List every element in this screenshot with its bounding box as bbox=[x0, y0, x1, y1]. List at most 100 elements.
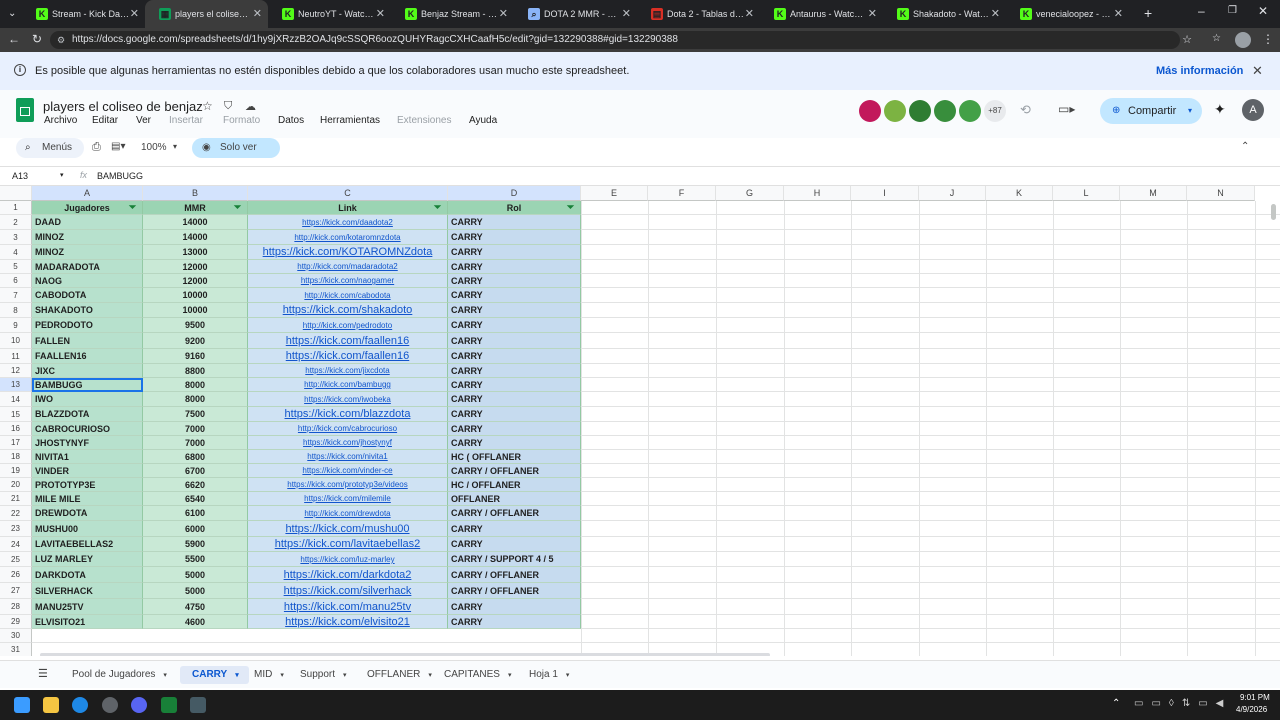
tab-close-icon[interactable]: ✕ bbox=[130, 7, 139, 20]
link-cell[interactable]: https://kick.com/silverhack bbox=[248, 583, 448, 599]
column-header-g[interactable]: G bbox=[716, 186, 784, 201]
profile-avatar[interactable] bbox=[1235, 32, 1251, 48]
edge-icon[interactable] bbox=[72, 697, 88, 713]
zoom-chevron-icon[interactable]: ▾ bbox=[173, 142, 177, 151]
menu-editar[interactable]: Editar bbox=[92, 115, 136, 126]
account-avatar[interactable]: A bbox=[1242, 99, 1264, 121]
row-header[interactable]: 28 bbox=[0, 599, 32, 615]
row-header[interactable]: 26 bbox=[0, 567, 32, 583]
row-header[interactable]: 5 bbox=[0, 260, 32, 274]
link-cell[interactable]: https://kick.com/daadota2 bbox=[248, 215, 448, 230]
link-cell[interactable]: https://kick.com/manu25tv bbox=[248, 599, 448, 615]
tab-close-icon[interactable]: ✕ bbox=[991, 7, 1000, 20]
gemini-icon[interactable]: ✦ bbox=[1214, 101, 1226, 118]
zoom-select[interactable]: 100% bbox=[141, 142, 167, 153]
row-header[interactable]: 30 bbox=[0, 629, 32, 643]
chrome-icon[interactable] bbox=[102, 697, 118, 713]
windows-start-icon[interactable] bbox=[14, 697, 30, 713]
row-header[interactable]: 3 bbox=[0, 230, 32, 245]
link-cell[interactable]: https://kick.com/lavitaebellas2 bbox=[248, 537, 448, 552]
header-cell-rol[interactable]: Rol bbox=[448, 201, 581, 215]
name-box-chevron-icon[interactable]: ▾ bbox=[60, 171, 64, 179]
sheets-logo-icon[interactable] bbox=[16, 98, 34, 122]
site-info-icon[interactable]: ⚙ bbox=[57, 31, 65, 49]
sheet-tab[interactable]: OFFLANER ▾ bbox=[355, 666, 442, 684]
banner-close-icon[interactable]: ✕ bbox=[1252, 63, 1263, 79]
column-header-i[interactable]: I bbox=[851, 186, 919, 201]
link-cell[interactable]: https://kick.com/blazzdota bbox=[248, 407, 448, 422]
row-header[interactable]: 1 bbox=[0, 201, 32, 215]
link-cell[interactable]: https://kick.com/mushu00 bbox=[248, 521, 448, 537]
row-header[interactable]: 18 bbox=[0, 450, 32, 464]
browser-tab[interactable]: K Shakadoto - Watch clips✕ bbox=[883, 0, 1006, 28]
row-header[interactable]: 2 bbox=[0, 215, 32, 230]
calculator-icon[interactable] bbox=[190, 697, 206, 713]
filter-icon[interactable]: ⏷ bbox=[434, 202, 441, 213]
browser-tab[interactable]: ▤ Dota 2 - Tablas de clasif✕ bbox=[637, 0, 760, 28]
browser-tab[interactable]: ▦ players el coliseo de benjaz✕ bbox=[145, 0, 268, 28]
browser-tab[interactable]: Kvenecialoopez - Watch c✕ bbox=[1006, 0, 1129, 28]
column-header-d[interactable]: D bbox=[448, 186, 581, 201]
tray-chevron-icon[interactable]: ⌃ bbox=[1112, 698, 1120, 709]
row-header[interactable]: 9 bbox=[0, 318, 32, 333]
link-cell[interactable]: https://kick.com/vinder-ce bbox=[248, 464, 448, 478]
column-header-h[interactable]: H bbox=[784, 186, 851, 201]
header-cell-mmr[interactable]: MMR bbox=[143, 201, 248, 215]
select-all-corner[interactable] bbox=[0, 186, 32, 201]
meet-icon[interactable]: ▭▸ bbox=[1058, 102, 1075, 116]
collaborator-avatar[interactable] bbox=[859, 100, 881, 122]
filter-icon[interactable]: ⏷ bbox=[234, 202, 241, 213]
column-header-b[interactable]: B bbox=[143, 186, 248, 201]
tab-close-icon[interactable]: ✕ bbox=[376, 7, 385, 20]
clock-date[interactable]: 4/9/2026 bbox=[1236, 705, 1267, 714]
menus-search[interactable]: ⌕ Menús bbox=[16, 138, 84, 158]
new-tab-icon[interactable]: + bbox=[1144, 5, 1152, 21]
row-header[interactable]: 13 bbox=[0, 378, 32, 392]
link-cell[interactable]: https://kick.com/faallen16 bbox=[248, 333, 448, 349]
browser-tab[interactable]: K Benjaz Stream - Watch✕ bbox=[391, 0, 514, 28]
link-cell[interactable]: https://kick.com/iwobeka bbox=[248, 392, 448, 407]
tab-close-icon[interactable]: ✕ bbox=[253, 7, 262, 20]
clock-time[interactable]: 9:01 PM bbox=[1240, 693, 1270, 702]
column-header-k[interactable]: K bbox=[986, 186, 1053, 201]
column-header-f[interactable]: F bbox=[648, 186, 716, 201]
app-icon[interactable] bbox=[161, 697, 177, 713]
all-sheets-icon[interactable]: ☰ bbox=[38, 667, 48, 680]
sheet-tab[interactable]: Hoja 1 ▾ bbox=[517, 666, 579, 684]
row-header[interactable]: 24 bbox=[0, 537, 32, 552]
extensions-icon[interactable]: ☆ bbox=[1212, 33, 1221, 44]
row-header[interactable]: 31 bbox=[0, 643, 32, 656]
sheet-tab[interactable]: Support ▾ bbox=[288, 666, 357, 684]
link-cell[interactable]: https://kick.com/prototyp3e/videos bbox=[248, 478, 448, 492]
link-cell[interactable]: http://kick.com/cabrocurioso bbox=[248, 422, 448, 436]
link-cell[interactable]: http://kick.com/madaradota2 bbox=[248, 260, 448, 274]
menu-archivo[interactable]: Archivo bbox=[44, 115, 92, 126]
row-header[interactable]: 27 bbox=[0, 583, 32, 599]
browser-tab[interactable]: K NeutroYT - Watch clips✕ bbox=[268, 0, 391, 28]
close-window-icon[interactable]: ✕ bbox=[1258, 4, 1268, 18]
link-cell[interactable]: https://kick.com/naogamer bbox=[248, 274, 448, 288]
share-dropdown-icon[interactable]: ▾ bbox=[1188, 98, 1192, 124]
collaborator-count[interactable]: +87 bbox=[984, 100, 1006, 122]
row-header[interactable]: 29 bbox=[0, 615, 32, 629]
row-header[interactable]: 6 bbox=[0, 274, 32, 288]
back-icon[interactable]: ← bbox=[8, 32, 20, 46]
banner-more-info-link[interactable]: Más información bbox=[1156, 65, 1243, 77]
column-header-c[interactable]: C bbox=[248, 186, 448, 201]
row-header[interactable]: 23 bbox=[0, 521, 32, 537]
menu-ayuda[interactable]: Ayuda bbox=[469, 115, 511, 126]
link-cell[interactable]: http://kick.com/pedrodoto bbox=[248, 318, 448, 333]
browser-menu-icon[interactable]: ⋮ bbox=[1262, 32, 1274, 46]
row-header[interactable]: 21 bbox=[0, 492, 32, 506]
tab-close-icon[interactable]: ✕ bbox=[499, 7, 508, 20]
tab-close-icon[interactable]: ✕ bbox=[1114, 7, 1123, 20]
link-cell[interactable]: https://kick.com/nivita1 bbox=[248, 450, 448, 464]
link-cell[interactable]: http://kick.com/cabodota bbox=[248, 288, 448, 303]
link-cell[interactable]: https://kick.com/darkdota2 bbox=[248, 567, 448, 583]
row-header[interactable]: 4 bbox=[0, 245, 32, 260]
link-cell[interactable]: https://kick.com/KOTAROMNZdota bbox=[248, 245, 448, 260]
history-icon[interactable]: ⟲ bbox=[1020, 102, 1031, 118]
column-header-n[interactable]: N bbox=[1187, 186, 1255, 201]
tab-close-icon[interactable]: ✕ bbox=[868, 7, 877, 20]
link-cell[interactable]: https://kick.com/jixcdota bbox=[248, 364, 448, 378]
